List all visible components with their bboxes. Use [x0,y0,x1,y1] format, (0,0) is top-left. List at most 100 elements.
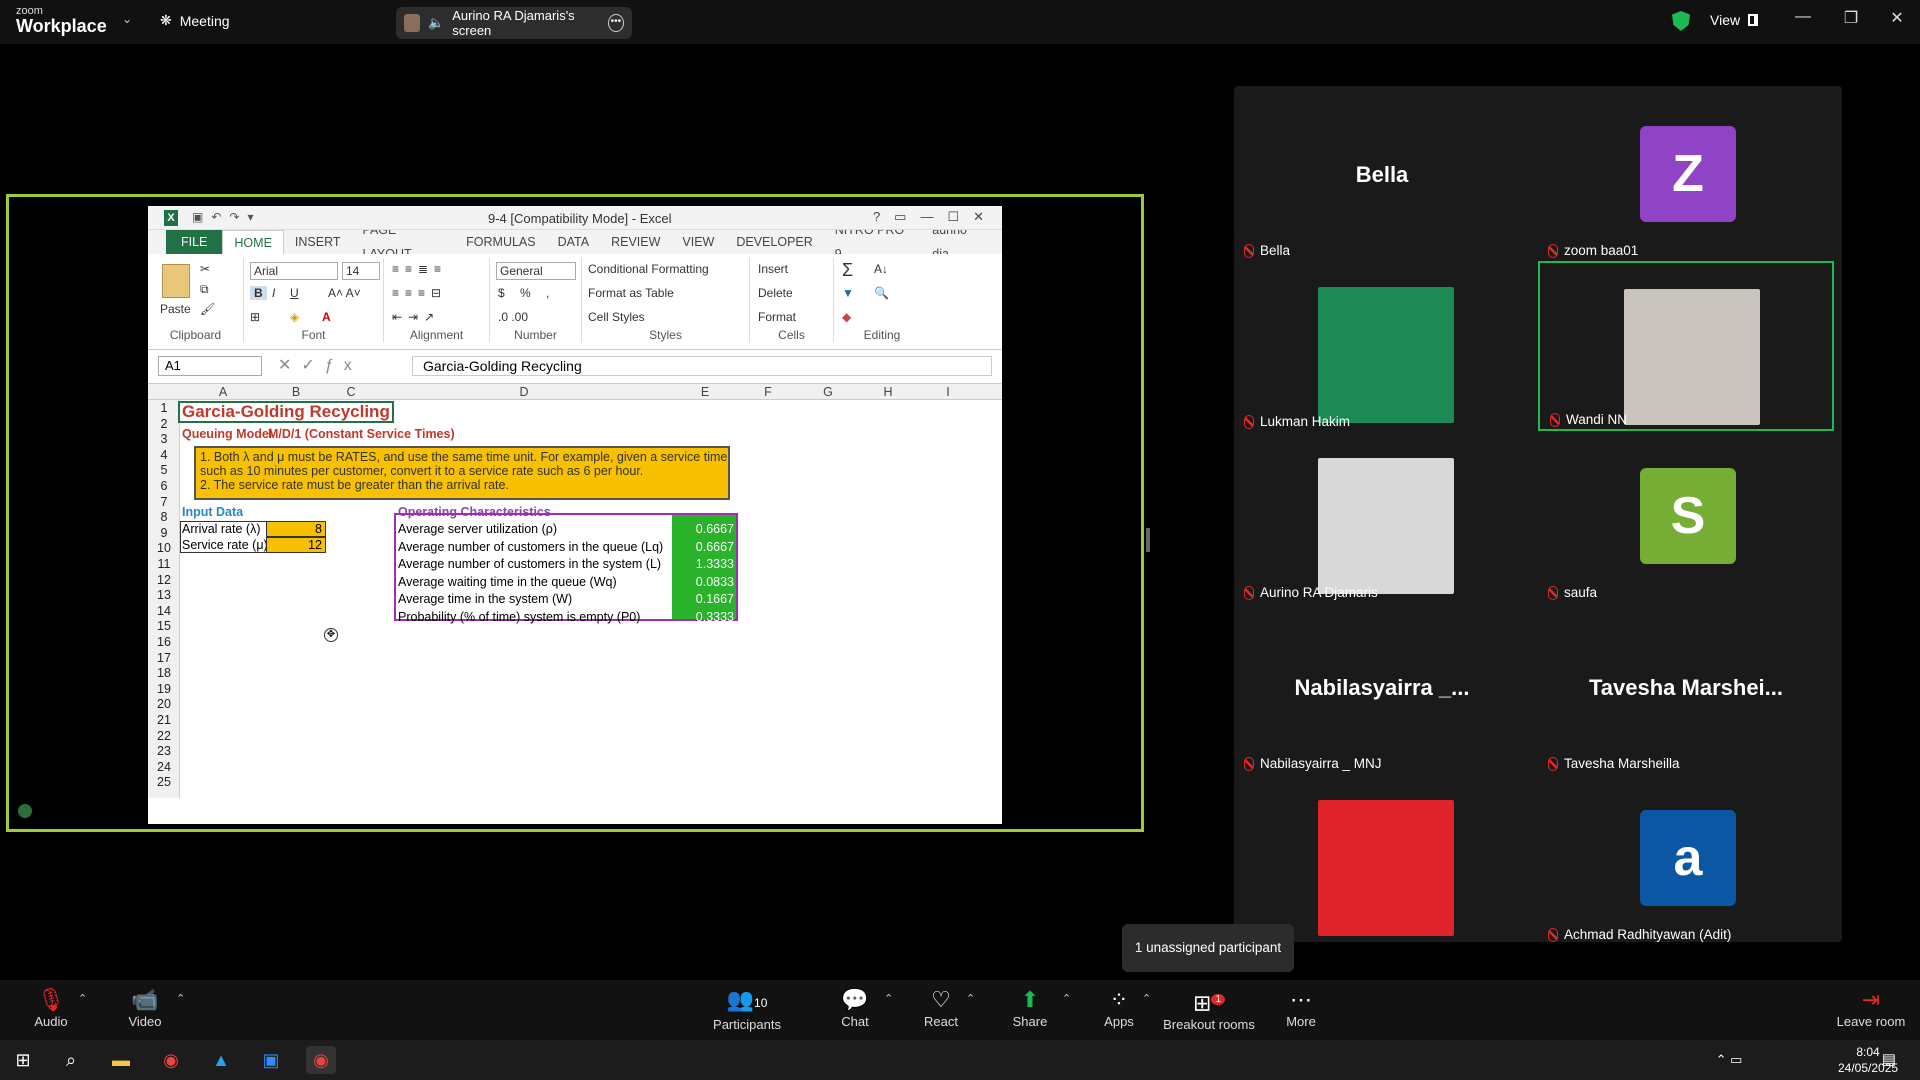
sheet-title[interactable]: Garcia-Golding Recycling [178,401,394,423]
number-format-box[interactable]: General [496,262,576,280]
row-header[interactable]: 20 [148,697,180,711]
fill-icon[interactable]: ▼ [842,286,854,300]
tray-icons[interactable]: ⌃ ▭ ✎ [1714,1046,1744,1074]
underline-icon[interactable]: U [290,286,299,300]
row-header[interactable]: 25 [148,775,180,789]
spreadsheet-grid[interactable]: A B C D E F G H I 1 2 3 4 5 6 7 8 9 10 11 12 13 14 15 1… [148,384,1002,798]
column-header[interactable]: E [672,385,738,399]
model-label[interactable]: Queuing Model [182,427,272,441]
row-header[interactable]: 12 [148,573,180,587]
name-box[interactable]: A1 [158,356,262,376]
tab-formulas[interactable]: FORMULAS [455,230,546,254]
tab-insert[interactable]: INSERT [284,230,352,254]
zoom-taskbar-icon[interactable]: ▣ [256,1046,286,1074]
row-header[interactable]: 2 [148,417,180,431]
clear-icon[interactable]: ◆ [842,310,851,324]
oc-value[interactable]: 1.3333 [672,557,734,571]
find-icon[interactable]: 🔍 [874,286,889,300]
font-grow-icon[interactable]: A˄ A˅ [328,286,361,300]
paste-label[interactable]: Paste [160,302,191,316]
oc-value[interactable]: 0.0833 [672,575,734,589]
italic-icon[interactable]: I [272,286,275,300]
column-header[interactable]: G [798,385,858,399]
tab-view[interactable]: VIEW [671,230,725,254]
more-button[interactable]: ⋯ More [1256,986,1346,1029]
row-header[interactable]: 10 [148,541,180,555]
fill-color-icon[interactable]: ◈ [290,310,299,324]
row-header[interactable]: 22 [148,729,180,743]
row-header[interactable]: 13 [148,588,180,602]
minimize-icon[interactable]: — [1788,8,1818,26]
leave-room-button[interactable]: ⇥ Leave room [1826,986,1916,1029]
column-header[interactable]: A [180,385,266,399]
column-header[interactable]: B [266,385,326,399]
row-header[interactable]: 24 [148,760,180,774]
participant-tile[interactable]: Wandi NN [1538,261,1834,431]
row-header[interactable]: 18 [148,666,180,680]
oc-label[interactable]: Average time in the system (W) [398,592,572,606]
formula-input[interactable]: Garcia-Golding Recycling [412,356,992,376]
oc-label[interactable]: Probability (% of time) system is empty … [398,610,640,624]
chevron-down-icon[interactable]: ⌄ [122,12,132,26]
participant-tile[interactable]: Bella Bella [1234,90,1530,260]
file-explorer-icon[interactable]: ▬ [106,1046,136,1074]
input-value[interactable]: 12 [266,537,326,553]
borders-icon[interactable]: ⊞ [250,310,260,324]
row-header[interactable]: 11 [148,557,180,571]
participant-tile[interactable]: a Achmad Radhityawan (Adit) [1538,774,1834,944]
row-header[interactable]: 9 [148,526,180,540]
currency-icons[interactable]: $ % , [498,286,555,300]
more-options-icon[interactable]: ••• [607,14,624,32]
windows-start-icon[interactable]: ⊞ [8,1046,38,1074]
row-header[interactable]: 17 [148,651,180,665]
oc-label[interactable]: Average server utilization (ρ) [398,522,557,536]
oc-value[interactable]: 0.3333 [672,610,734,624]
input-label[interactable]: Arrival rate (λ) [182,522,260,536]
indent-icons[interactable]: ⇤⇥↗ [392,310,440,324]
participant-tile[interactable]: Nabilasyairra _... Nabilasyairra _ MNJ [1234,603,1530,773]
zoom-logo[interactable]: zoom Workplace [16,6,107,36]
bold-icon[interactable]: B [250,286,267,300]
input-value[interactable]: 8 [266,521,326,537]
column-header[interactable]: D [376,385,672,399]
participant-tile[interactable]: Lukman Hakim [1234,261,1530,431]
splitter-handle[interactable] [1146,528,1150,552]
react-caret-icon[interactable]: ⌃ [966,992,975,1005]
close-icon[interactable]: ✕ [1882,8,1912,28]
sort-filter-icon[interactable]: A↓ [874,262,888,276]
participants-button[interactable]: 👥10 Participants [702,986,792,1032]
apps-caret-icon[interactable]: ⌃ [1142,992,1151,1005]
annotate-icon[interactable] [18,804,32,818]
format-as-table-button[interactable]: Format as Table [588,286,674,300]
row-header[interactable]: 21 [148,713,180,727]
row-header[interactable]: 7 [148,495,180,509]
input-label[interactable]: Service rate (μ) [182,538,268,552]
copy-icon[interactable]: ⧉ [200,282,209,297]
oc-label[interactable]: Average number of customers in the queue… [398,540,663,554]
oc-value[interactable]: 0.6667 [672,522,734,536]
instruction-note[interactable]: 1. Both λ and μ must be RATES, and use t… [194,446,730,500]
row-header[interactable]: 3 [148,432,180,446]
row-header[interactable]: 14 [148,604,180,618]
breakout-rooms-button[interactable]: ⊞ 1 Breakout rooms [1154,986,1264,1032]
font-size-box[interactable]: 14 [342,262,380,280]
oc-label[interactable]: Average number of customers in the syste… [398,557,661,571]
font-name-box[interactable]: Arial [250,262,338,280]
paste-icon[interactable] [162,264,190,298]
autosum-icon[interactable]: Σ [842,260,853,281]
align-top-icons[interactable]: ≡≡≣≡ [392,262,447,276]
delete-cells-button[interactable]: Delete [758,286,793,300]
tab-file[interactable]: FILE [166,230,223,254]
chat-caret-icon[interactable]: ⌃ [884,992,893,1005]
cut-icon[interactable]: ✂ [200,262,210,276]
column-header[interactable]: I [918,385,978,399]
row-header[interactable]: 19 [148,682,180,696]
column-header[interactable]: H [858,385,918,399]
column-header[interactable]: C [326,385,376,399]
input-header[interactable]: Input Data [182,505,243,519]
row-header[interactable]: 8 [148,510,180,524]
row-header[interactable]: 15 [148,619,180,633]
participant-tile[interactable]: Ssaufa [1538,432,1834,602]
tab-home[interactable]: HOME [222,229,284,255]
screen-share-indicator[interactable]: 🔈 Aurino RA Djamaris's screen ••• [396,7,632,39]
